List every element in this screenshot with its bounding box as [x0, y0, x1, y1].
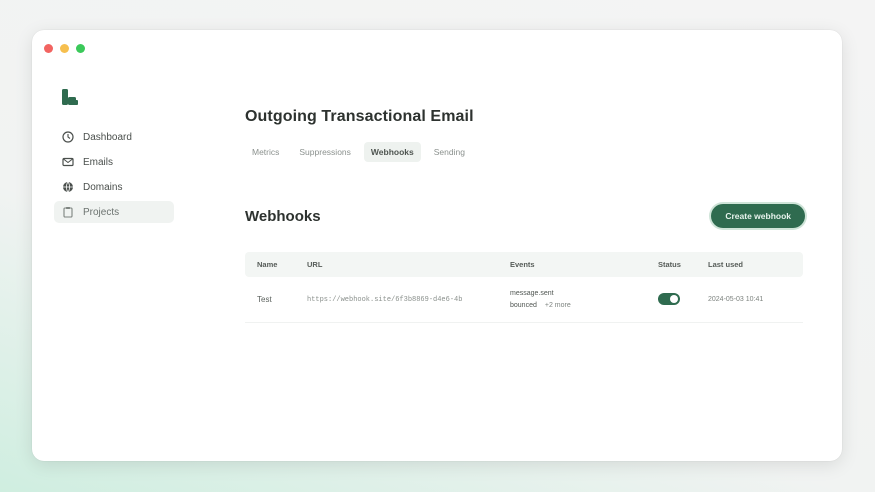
column-header-last-used[interactable]: Last used: [696, 260, 803, 269]
clock-icon: [62, 131, 74, 143]
webhook-status-toggle[interactable]: [658, 292, 680, 305]
webhook-name: Test: [257, 295, 272, 304]
table-row[interactable]: Test https://webhook.site/6f3b8869-d4e6-…: [245, 277, 803, 323]
close-window-button[interactable]: [44, 44, 53, 53]
webhook-url: https://webhook.site/6f3b8869-d4e6-4b: [307, 295, 463, 304]
sidebar: Dashboard Emails Domains Projects: [54, 126, 174, 226]
minimize-window-button[interactable]: [60, 44, 69, 53]
sidebar-item-label: Emails: [83, 156, 114, 168]
sidebar-item-projects[interactable]: Projects: [54, 201, 174, 223]
webhook-events: message.sent bounced +2 more: [498, 290, 646, 309]
tab-webhooks[interactable]: Webhooks: [363, 142, 421, 162]
event-badge: message.sent: [510, 290, 554, 297]
column-header-name[interactable]: Name: [245, 260, 295, 269]
sidebar-item-label: Dashboard: [83, 131, 132, 143]
sidebar-item-label: Domains: [83, 181, 123, 193]
status-cell: [646, 292, 696, 307]
section-title: Webhooks: [245, 207, 321, 225]
sidebar-item-domains[interactable]: Domains: [54, 176, 174, 198]
app-window: Dashboard Emails Domains Projects Outgoi…: [32, 30, 842, 461]
sidebar-item-dashboard[interactable]: Dashboard: [54, 126, 174, 148]
webhooks-table: Name URL Events Status Last used Test ht…: [245, 252, 803, 323]
mail-icon: [62, 156, 74, 168]
main-content: Outgoing Transactional Email Metrics Sup…: [245, 108, 805, 323]
clipboard-icon: [62, 206, 74, 218]
tab-suppressions[interactable]: Suppressions: [292, 142, 358, 162]
tab-metrics[interactable]: Metrics: [245, 142, 286, 162]
more-events-link[interactable]: +2 more: [545, 302, 571, 309]
webhooks-header: Webhooks Create webhook: [245, 204, 805, 228]
event-badge: bounced: [510, 302, 537, 309]
tab-sending[interactable]: Sending: [427, 142, 472, 162]
app-logo[interactable]: [60, 86, 82, 108]
table-header: Name URL Events Status Last used: [245, 252, 803, 277]
column-header-url[interactable]: URL: [295, 260, 498, 269]
maximize-window-button[interactable]: [76, 44, 85, 53]
webhook-last-used: 2024-05-03 10:41: [708, 296, 764, 303]
globe-icon: [62, 181, 74, 193]
column-header-events[interactable]: Events: [498, 260, 646, 269]
tab-bar: Metrics Suppressions Webhooks Sending: [245, 142, 805, 162]
sidebar-item-emails[interactable]: Emails: [54, 151, 174, 173]
column-header-status[interactable]: Status: [646, 260, 696, 269]
sidebar-item-label: Projects: [83, 206, 120, 218]
page-title: Outgoing Transactional Email: [245, 108, 474, 125]
window-controls: [44, 44, 85, 53]
create-webhook-button[interactable]: Create webhook: [711, 204, 805, 228]
